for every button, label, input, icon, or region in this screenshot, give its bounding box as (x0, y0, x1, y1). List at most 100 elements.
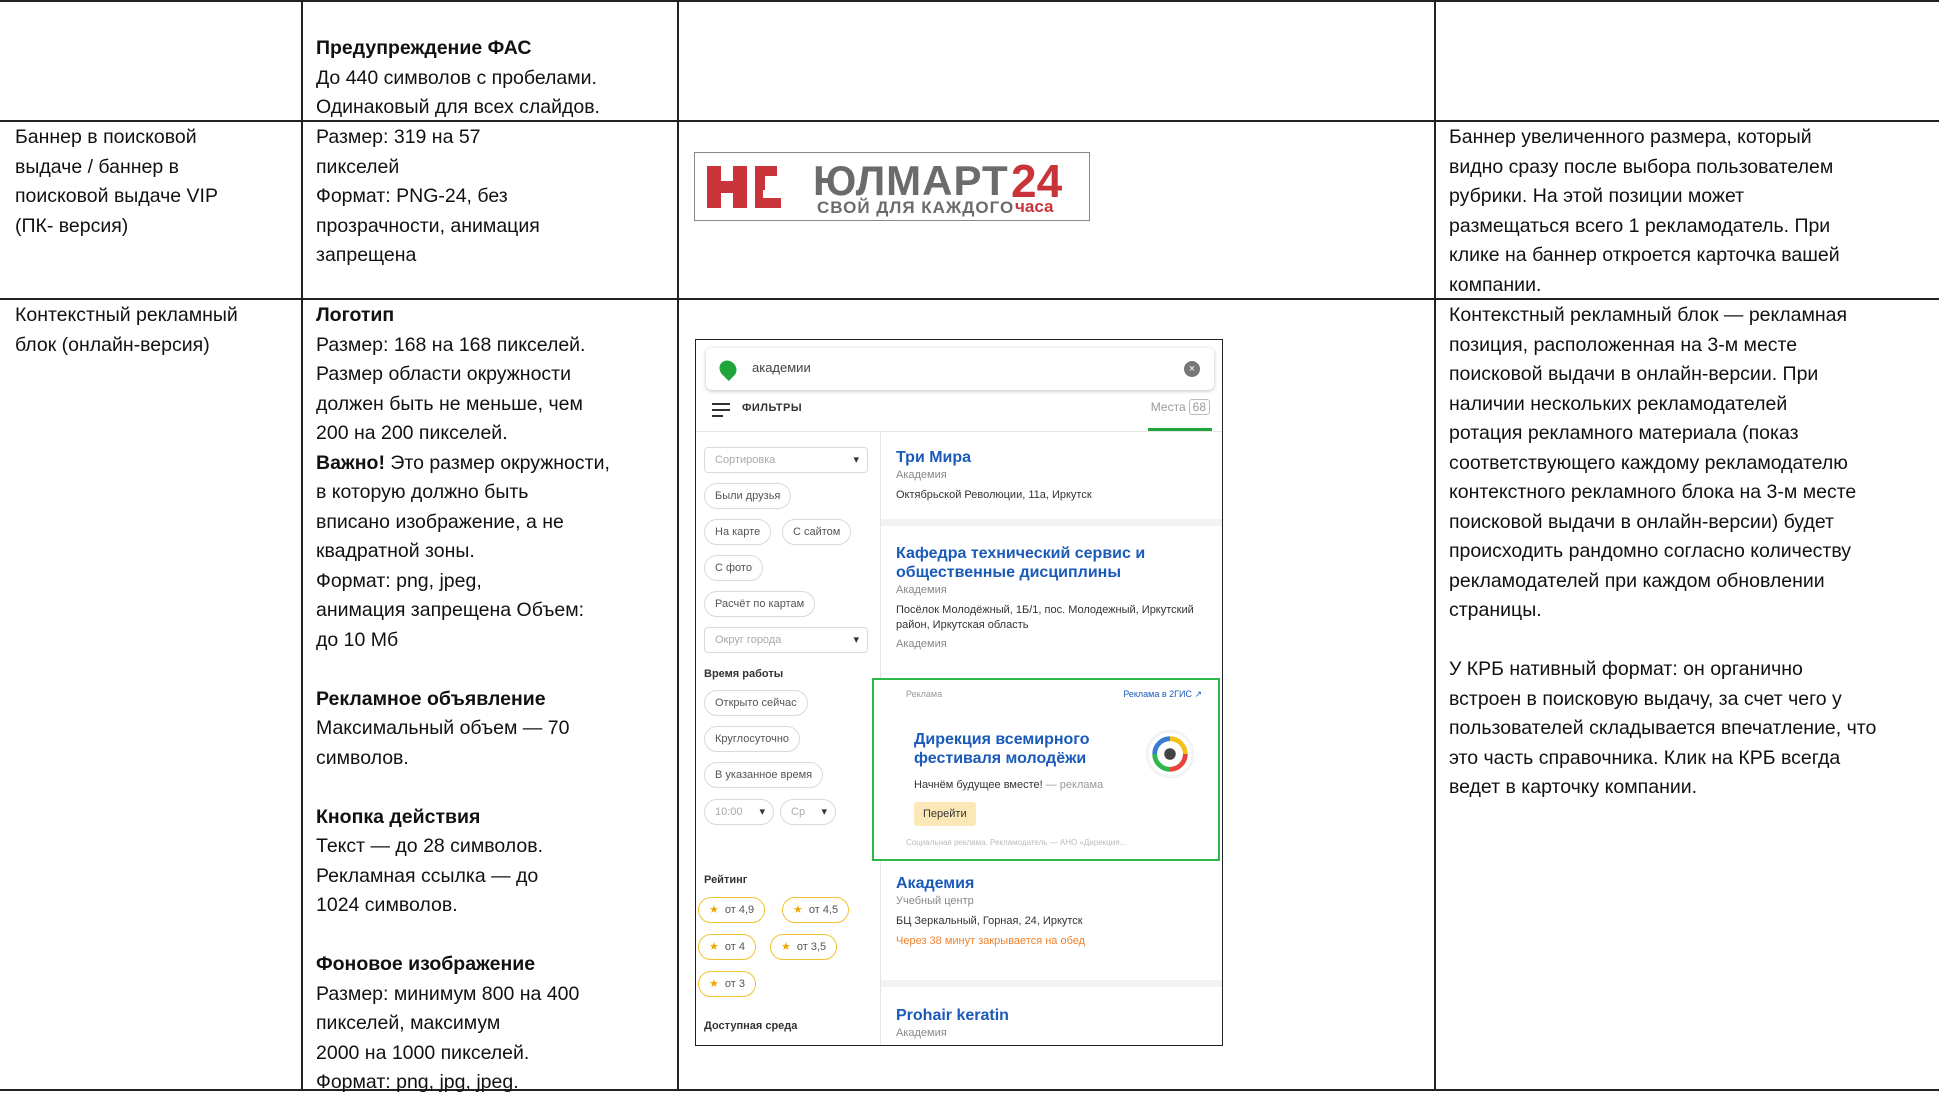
fas-warning-line-1: До 440 символов с пробелами. (316, 66, 597, 89)
fas-warning-line-2: Одинаковый для всех слайдов. (316, 96, 600, 118)
ad-cta-button[interactable]: Перейти (914, 802, 976, 826)
native-format-line: встроен в поисковую выдачу, за счет чего… (1449, 687, 1842, 710)
logo-spec-line: Размер: 168 на 168 пикселей. (316, 333, 586, 356)
logo-spec-line: до 10 Мб (316, 628, 399, 651)
search-banner-spec-line: Формат: PNG-24, без (316, 185, 508, 207)
logo-spec-line: должен быть не меньше, чем (316, 392, 583, 415)
context-desc-line: рекламодателей при каждом обновлении (1449, 569, 1825, 592)
ad-title[interactable]: Дирекция всемирного фестиваля молодёжи (914, 730, 1134, 768)
ad-text-spec-line: символов. (316, 746, 409, 769)
search-input[interactable]: академии × (706, 348, 1214, 390)
result-address: Октябрьской Революции, 11а, Иркутск (896, 489, 1092, 501)
places-tab[interactable]: Места 68 (1150, 399, 1210, 415)
logo-spec-line: квадратной зоны. (316, 540, 475, 562)
cta-spec-line: Рекламная ссылка — до (316, 864, 539, 887)
rating-chip-label: от 4 (724, 941, 745, 953)
logo-heading: Логотип (316, 304, 395, 326)
result-title[interactable]: Три Мира (896, 448, 1216, 467)
star-icon: ★ (709, 904, 719, 916)
hours-chip[interactable]: Открыто сейчас (704, 690, 808, 716)
col-divider-2 (677, 0, 679, 1091)
ad-link[interactable]: Реклама в 2ГИС ↗ (1123, 689, 1202, 700)
divider (881, 519, 1222, 526)
result-item[interactable]: Академия Учебный центр БЦ Зеркальный, Го… (896, 874, 1216, 949)
ad-subtitle-suffix: — реклама (1042, 779, 1104, 791)
search-banner-spec-cell: Размер: 319 на 57 пикселей Формат: PNG-2… (316, 123, 671, 271)
important-text: Это размер окружности, (384, 451, 610, 474)
district-select[interactable]: Округ города (704, 627, 868, 653)
accessibility-title: Доступная среда (704, 1020, 798, 1032)
rating-title: Рейтинг (704, 874, 748, 886)
filter-chip[interactable]: На карте (704, 519, 772, 545)
context-block-title-line: блок (онлайн-версия) (15, 333, 210, 356)
hours-chip[interactable]: В указанное время (704, 762, 824, 788)
places-label: Места (1150, 400, 1186, 414)
logo-spec-line: Размер области окружности (316, 363, 571, 385)
fas-warning-heading: Предупреждение ФАС (316, 37, 532, 59)
background-spec-line: Размер: минимум 800 на 400 (316, 982, 580, 1005)
result-item[interactable]: Три Мира Академия Октябрьской Революции,… (896, 448, 1216, 503)
result-category: Академия (896, 584, 947, 596)
search-banner-desc-line: Баннер увеличенного размера, который (1449, 126, 1812, 148)
clear-icon[interactable]: × (1184, 361, 1200, 377)
hours-chip[interactable]: Круглосуточно (704, 726, 801, 752)
sort-select[interactable]: Сортировка (704, 447, 868, 473)
context-desc-line: наличии нескольких рекламодателей (1449, 392, 1788, 415)
rating-chip[interactable]: ★ от 3,5 (770, 934, 838, 960)
search-banner-description-cell: Баннер увеличенного размера, который вид… (1449, 123, 1934, 300)
time-select[interactable]: 10:00 (704, 799, 774, 825)
col-divider-3 (1434, 0, 1436, 1091)
context-ad-block[interactable]: Реклама Реклама в 2ГИС ↗ Дирекция всемир… (872, 678, 1220, 861)
result-title[interactable]: Кафедра технический сервис и общественны… (896, 544, 1196, 582)
context-block-title-cell: Контекстный рекламный блок (онлайн-верси… (15, 301, 295, 360)
search-banner-title-line: выдаче / баннер в (15, 155, 179, 178)
background-heading: Фоновое изображение (316, 953, 536, 975)
result-address: Посёлок Молодёжный, 1Б/1, пос. Молодежны… (896, 604, 1194, 631)
result-category: Академия (896, 638, 947, 650)
background-spec-line: Формат: png, jpg, jpeg. (316, 1071, 519, 1093)
col-divider-1 (301, 0, 303, 1091)
filter-chip[interactable]: Расчёт по картам (704, 591, 816, 617)
rating-chip-label: от 4,5 (808, 904, 839, 916)
ulmart-banner-image: ЮЛМАРТ СВОЙ ДЛЯ КАЖДОГО 24 часа (694, 152, 1090, 221)
rating-chip-label: от 3,5 (796, 941, 827, 953)
search-results-mockup: академии × ФИЛЬТРЫ Места68 Сортировка Бы… (695, 339, 1223, 1046)
rating-chip[interactable]: ★ от 4,5 (782, 897, 850, 923)
divider (696, 431, 1222, 432)
logo-spec-line: вписано изображение, а не (316, 510, 564, 533)
result-category: Академия (896, 1027, 947, 1039)
result-item[interactable]: Prohair keratin Академия (896, 1006, 1216, 1041)
context-desc-line: страницы. (1449, 599, 1542, 621)
filter-icon[interactable] (712, 403, 730, 417)
rating-chip-label: от 3 (724, 978, 745, 990)
result-hours-note: Через 38 минут закрывается на обед (896, 935, 1086, 947)
ad-text-heading: Рекламное объявление (316, 687, 546, 710)
rating-chip[interactable]: ★ от 4,9 (698, 897, 766, 923)
search-banner-spec-line: Размер: 319 на 57 (316, 126, 481, 148)
context-block-description-cell: Контекстный рекламный блок — рекламная п… (1449, 301, 1934, 803)
ad-disclaimer: Социальная реклама. Рекламодатель — АНО … (906, 838, 1127, 847)
result-item[interactable]: Кафедра технический сервис и общественны… (896, 544, 1196, 652)
filter-chip[interactable]: С фото (704, 555, 763, 581)
search-banner-spec-line: прозрачности, анимация (316, 214, 540, 237)
filters-label[interactable]: ФИЛЬТРЫ (742, 402, 802, 414)
rating-chip-label: от 4,9 (724, 904, 755, 916)
filter-chip[interactable]: С сайтом (782, 519, 852, 545)
ulmart-logo-icon (707, 166, 781, 208)
day-select[interactable]: Ср (780, 799, 836, 825)
filter-chip[interactable]: Были друзья (704, 483, 792, 509)
result-address: БЦ Зеркальный, Горная, 24, Иркутск (896, 915, 1083, 927)
background-spec-line: пикселей, максимум (316, 1012, 501, 1034)
native-format-line: ведет в карточку компании. (1449, 776, 1698, 798)
ad-subtitle: Начнём будущее вместе! — реклама (914, 779, 1103, 791)
logo-spec-line: анимация запрещена Объем: (316, 599, 585, 621)
rating-chip[interactable]: ★ от 4 (698, 934, 756, 960)
rating-chip[interactable]: ★ от 3 (698, 971, 756, 997)
result-title[interactable]: Prohair keratin (896, 1006, 1216, 1025)
native-format-line: это часть справочника. Клик на КРБ всегд… (1449, 746, 1841, 769)
context-desc-line: ротация рекламного материала (показ (1449, 422, 1799, 444)
result-title[interactable]: Академия (896, 874, 1216, 893)
